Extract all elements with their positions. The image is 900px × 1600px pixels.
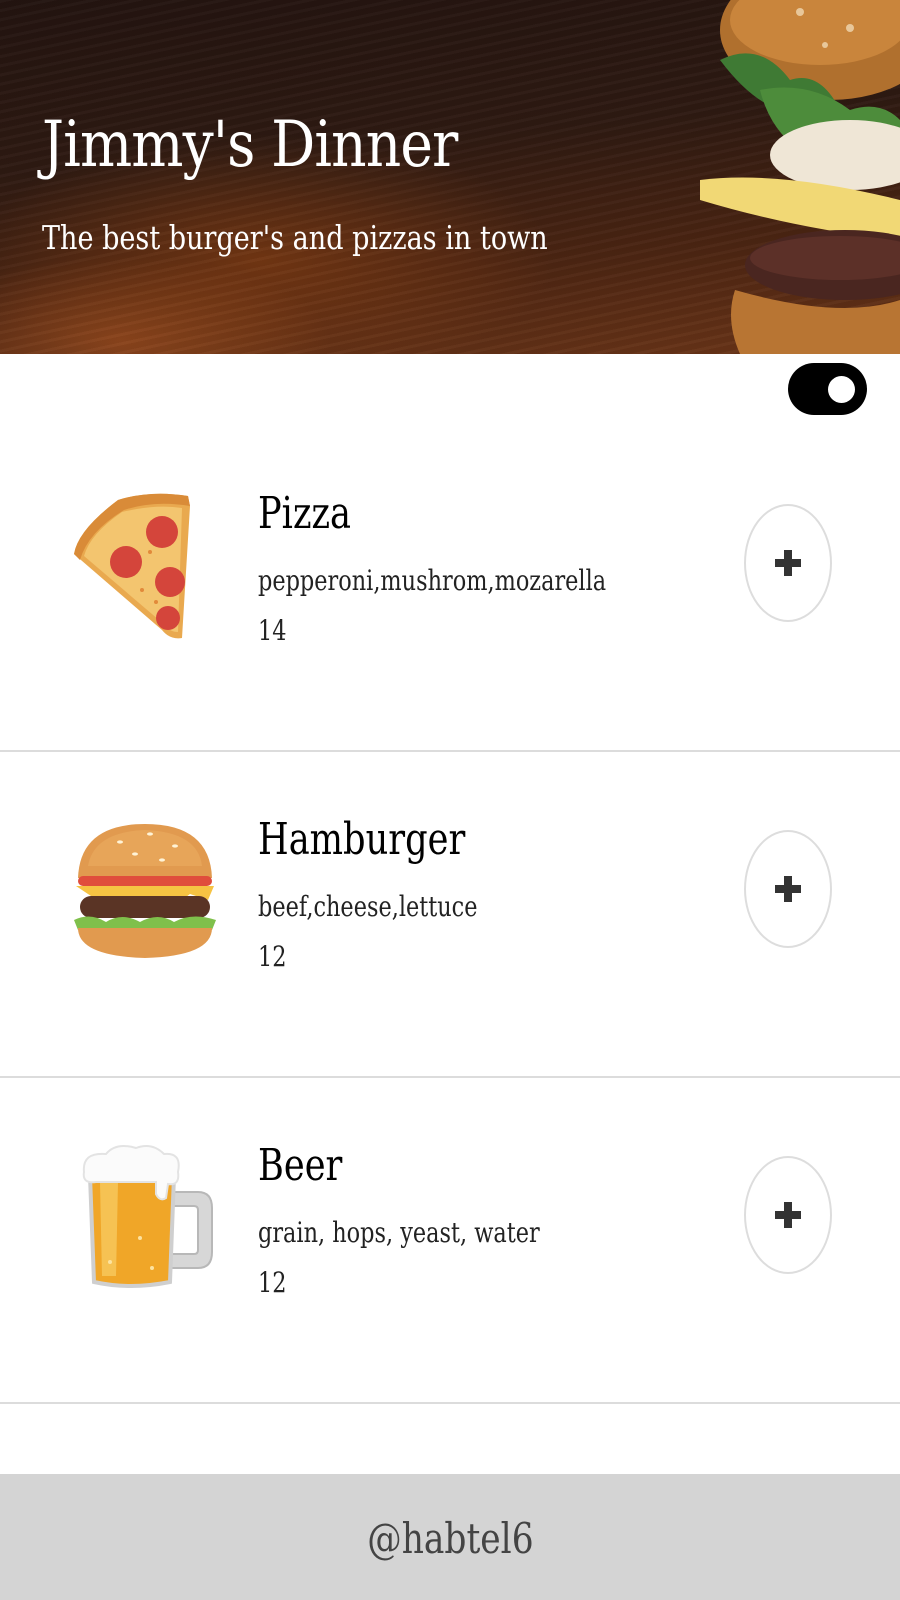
hero-burger-image xyxy=(700,0,900,354)
page-subtitle: The best burger's and pizzas in town xyxy=(42,218,548,257)
item-name: Pizza xyxy=(258,488,352,539)
toggle-knob xyxy=(828,376,855,403)
menu-item-beer: Beer grain, hops, yeast, water 12 xyxy=(0,1078,900,1404)
menu-item-hamburger: Hamburger beef,cheese,lettuce 12 xyxy=(0,752,900,1078)
item-price: 14 xyxy=(258,614,287,647)
item-price: 12 xyxy=(258,1266,287,1299)
item-price: 12 xyxy=(258,940,287,973)
add-hamburger-button[interactable] xyxy=(744,830,832,948)
item-ingredients: pepperoni,mushrom,mozarella xyxy=(258,564,607,597)
add-pizza-button[interactable] xyxy=(744,504,832,622)
add-beer-button[interactable] xyxy=(744,1156,832,1274)
plus-icon xyxy=(775,1202,801,1228)
pizza-icon xyxy=(74,493,190,639)
theme-toggle[interactable] xyxy=(788,363,867,415)
menu-item-pizza: Pizza pepperoni,mushrom,mozarella 14 xyxy=(0,426,900,752)
beer-mug-icon xyxy=(82,1145,213,1288)
item-name: Hamburger xyxy=(258,814,466,865)
plus-icon xyxy=(775,550,801,576)
item-ingredients: beef,cheese,lettuce xyxy=(258,890,478,923)
hamburger-icon xyxy=(74,824,216,958)
hero-banner: Jimmy's Dinner The best burger's and piz… xyxy=(0,0,900,354)
page-title: Jimmy's Dinner xyxy=(42,108,458,182)
footer-handle: @habtel6 xyxy=(0,1514,900,1563)
footer: @habtel6 xyxy=(0,1474,900,1600)
plus-icon xyxy=(775,876,801,902)
item-ingredients: grain, hops, yeast, water xyxy=(258,1216,540,1249)
footer-handle-text: @habtel6 xyxy=(366,1514,534,1563)
item-name: Beer xyxy=(258,1140,343,1191)
